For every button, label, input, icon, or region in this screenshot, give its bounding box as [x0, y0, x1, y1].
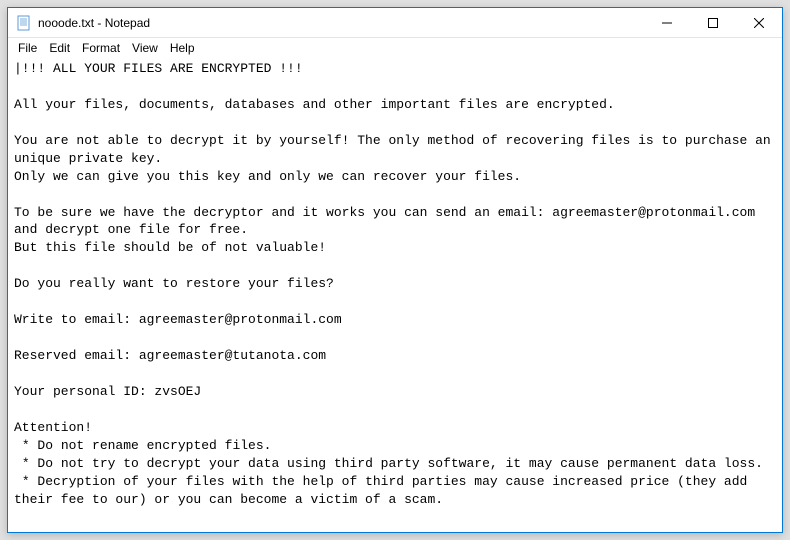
- window-controls: [644, 8, 782, 37]
- maximize-button[interactable]: [690, 8, 736, 37]
- window-title: nooode.txt - Notepad: [38, 16, 644, 30]
- menu-format[interactable]: Format: [76, 40, 126, 56]
- close-button[interactable]: [736, 8, 782, 37]
- close-icon: [754, 18, 764, 28]
- menu-view[interactable]: View: [126, 40, 164, 56]
- minimize-button[interactable]: [644, 8, 690, 37]
- titlebar: nooode.txt - Notepad: [8, 8, 782, 38]
- notepad-icon: [16, 15, 32, 31]
- menu-file[interactable]: File: [12, 40, 43, 56]
- notepad-window: nooode.txt - Notepad File Edit Format Vi…: [7, 7, 783, 533]
- minimize-icon: [662, 18, 672, 28]
- menu-edit[interactable]: Edit: [43, 40, 76, 56]
- menubar: File Edit Format View Help: [8, 38, 782, 58]
- maximize-icon: [708, 18, 718, 28]
- editor-text-area[interactable]: |!!! ALL YOUR FILES ARE ENCRYPTED !!! Al…: [8, 58, 782, 532]
- menu-help[interactable]: Help: [164, 40, 201, 56]
